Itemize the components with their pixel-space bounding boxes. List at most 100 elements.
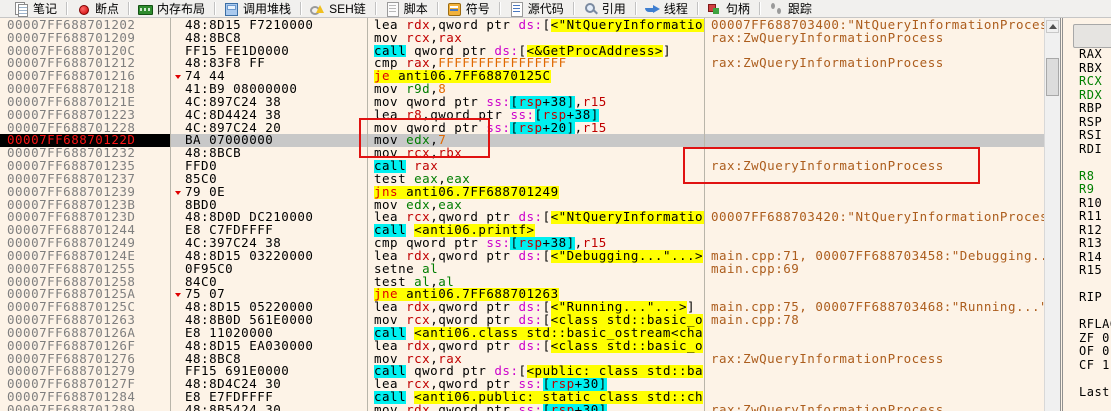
- address-cell[interactable]: 00007FF688701223: [0, 109, 170, 122]
- comment-cell[interactable]: 00007FF688703420:"NtQueryInformationProc…: [705, 211, 1044, 224]
- disasm-row[interactable]: 00007FF68870123B8BD0mov edx,eax: [0, 199, 1044, 212]
- bytes-cell[interactable]: E8 E7FDFFFF: [171, 391, 367, 404]
- disasm-row[interactable]: 00007FF68870128948:8B5424 30mov rdx,qwor…: [0, 404, 1044, 411]
- register-r11[interactable]: R11: [1063, 210, 1111, 224]
- comment-cell[interactable]: [705, 237, 1044, 250]
- register-r13[interactable]: R13: [1063, 237, 1111, 251]
- instruction-cell[interactable]: mov qword ptr ss:[rsp+38],r15: [368, 96, 704, 109]
- instruction-cell[interactable]: mov rdx,qword ptr ss:[rsp+30]: [368, 404, 704, 411]
- address-cell[interactable]: 00007FF68870126F: [0, 340, 170, 353]
- scrollbar-thumb[interactable]: [1046, 58, 1059, 96]
- bytes-cell[interactable]: 75 07: [171, 288, 367, 301]
- comment-cell[interactable]: [705, 70, 1044, 83]
- bytes-cell[interactable]: 48:8D15 03220000: [171, 250, 367, 263]
- bytes-cell[interactable]: 48:8BCB: [171, 147, 367, 160]
- instruction-cell[interactable]: call rax: [368, 160, 704, 173]
- address-cell[interactable]: 00007FF68870125A: [0, 288, 170, 301]
- bytes-cell[interactable]: 48:8BC8: [171, 32, 367, 45]
- address-cell[interactable]: 00007FF688701258: [0, 276, 170, 289]
- register-r10[interactable]: R10: [1063, 197, 1111, 211]
- disasm-row[interactable]: 00007FF688701244E8 C7FDFFFFcall <anti06.…: [0, 224, 1044, 237]
- disasm-row[interactable]: 00007FF68870120CFF15 FE1D0000call qword …: [0, 45, 1044, 58]
- bytes-cell[interactable]: 48:8D15 F7210000: [171, 19, 367, 32]
- instruction-cell[interactable]: jns anti06.7FF688701249: [368, 186, 704, 199]
- address-cell[interactable]: 00007FF688701255: [0, 263, 170, 276]
- address-cell[interactable]: 00007FF68870121E: [0, 96, 170, 109]
- instruction-cell[interactable]: mov rcx,rax: [368, 353, 704, 366]
- bytes-cell[interactable]: E8 11020000: [171, 327, 367, 340]
- comment-cell[interactable]: [705, 109, 1044, 122]
- instruction-cell[interactable]: mov edx,eax: [368, 199, 704, 212]
- bytes-cell[interactable]: 4C:8D4424 38: [171, 109, 367, 122]
- address-cell[interactable]: 00007FF688701237: [0, 173, 170, 186]
- bytes-cell[interactable]: 48:8B5424 30: [171, 404, 367, 411]
- bytes-cell[interactable]: FF15 FE1D0000: [171, 45, 367, 58]
- disasm-row[interactable]: 00007FF68870127648:8BC8mov rcx,raxrax:Zw…: [0, 353, 1044, 366]
- comment-cell[interactable]: rax:ZwQueryInformationProcess: [705, 353, 1044, 366]
- register-rsp[interactable]: RSP: [1063, 116, 1111, 130]
- disasm-row[interactable]: 00007FF68870125884C0test al,al: [0, 276, 1044, 289]
- register-r9[interactable]: R9: [1063, 183, 1111, 197]
- comment-cell[interactable]: main.cpp:78: [705, 314, 1044, 327]
- register-r14[interactable]: R14: [1063, 251, 1111, 265]
- bytes-cell[interactable]: 4C:897C24 38: [171, 96, 367, 109]
- address-cell[interactable]: 00007FF688701212: [0, 57, 170, 70]
- disasm-row[interactable]: 00007FF68870120948:8BC8mov rcx,raxrax:Zw…: [0, 32, 1044, 45]
- tab-symbols[interactable]: 符号: [439, 0, 498, 17]
- disasm-row[interactable]: 00007FF68870126348:8B0D 561E0000mov rcx,…: [0, 314, 1044, 327]
- bytes-cell[interactable]: 48:83F8 FF: [171, 57, 367, 70]
- bytes-cell[interactable]: FFD0: [171, 160, 367, 173]
- address-cell[interactable]: 00007FF688701276: [0, 353, 170, 366]
- register-rip[interactable]: RIP: [1063, 291, 1111, 305]
- hide-fpu-button[interactable]: [1073, 24, 1111, 48]
- register-rflags[interactable]: RFLAGS: [1063, 318, 1111, 332]
- address-cell[interactable]: 00007FF688701228: [0, 122, 170, 135]
- tab-handles[interactable]: 句柄: [699, 0, 758, 17]
- disasm-row[interactable]: 00007FF68870126AE8 11020000call <anti06.…: [0, 327, 1044, 340]
- disasm-row[interactable]: 00007FF6887012494C:397C24 38cmp qword pt…: [0, 237, 1044, 250]
- address-cell[interactable]: 00007FF688701209: [0, 32, 170, 45]
- address-cell[interactable]: 00007FF68870124E: [0, 250, 170, 263]
- comment-cell[interactable]: [705, 122, 1044, 135]
- address-cell[interactable]: 00007FF68870127F: [0, 378, 170, 391]
- register-rax[interactable]: RAX: [1063, 48, 1111, 62]
- address-cell[interactable]: 00007FF688701202: [0, 19, 170, 32]
- instruction-cell[interactable]: test eax,eax: [368, 173, 704, 186]
- bytes-cell[interactable]: 48:8D0D DC210000: [171, 211, 367, 224]
- bytes-cell[interactable]: FF15 691E0000: [171, 365, 367, 378]
- disasm-row[interactable]: 00007FF68870123979 0Ejns anti06.7FF68870…: [0, 186, 1044, 199]
- comment-cell[interactable]: [705, 288, 1044, 301]
- disasm-row[interactable]: 00007FF68870121841:B9 08000000mov r9d,8: [0, 83, 1044, 96]
- bytes-cell[interactable]: 48:8B0D 561E0000: [171, 314, 367, 327]
- register-rbp[interactable]: RBP: [1063, 102, 1111, 116]
- bytes-cell[interactable]: 48:8D15 EA030000: [171, 340, 367, 353]
- comment-cell[interactable]: main.cpp:69: [705, 263, 1044, 276]
- comment-cell[interactable]: main.cpp:75, 00007FF688703468:"Running..…: [705, 301, 1044, 314]
- address-cell[interactable]: 00007FF688701218: [0, 83, 170, 96]
- disasm-row[interactable]: 00007FF6887012550F95C0setne almain.cpp:6…: [0, 263, 1044, 276]
- instruction-cell[interactable]: lea rdx,qword ptr ds:[<"NtQueryInformati…: [368, 19, 704, 32]
- tab-threads[interactable]: 线程: [637, 0, 696, 17]
- tab-source[interactable]: 源代码: [501, 0, 572, 17]
- disasm-row[interactable]: 00007FF68870126F48:8D15 EA030000lea rdx,…: [0, 340, 1044, 353]
- address-cell[interactable]: 00007FF688701232: [0, 147, 170, 160]
- address-cell[interactable]: 00007FF688701263: [0, 314, 170, 327]
- disasm-row[interactable]: 00007FF68870121248:83F8 FFcmp rax,FFFFFF…: [0, 57, 1044, 70]
- register-r12[interactable]: R12: [1063, 224, 1111, 238]
- instruction-cell[interactable]: call <anti06.public: static class std::c…: [368, 391, 704, 404]
- address-cell[interactable]: 00007FF688701239: [0, 186, 170, 199]
- address-cell[interactable]: 00007FF688701249: [0, 237, 170, 250]
- comment-cell[interactable]: [705, 134, 1044, 147]
- instruction-cell[interactable]: lea rdx,qword ptr ds:[<"Running..."...>]: [368, 301, 704, 314]
- tab-trace[interactable]: 跟踪: [761, 0, 820, 17]
- tab-callstack[interactable]: 调用堆栈: [216, 0, 299, 17]
- instruction-cell[interactable]: call <anti06.class std::basic_ostream<ch…: [368, 327, 704, 340]
- address-cell[interactable]: 00007FF68870126A: [0, 327, 170, 340]
- bytes-cell[interactable]: 79 0E: [171, 186, 367, 199]
- register-lasterror[interactable]: LastError: [1063, 386, 1111, 400]
- disasm-row[interactable]: 00007FF68870125A75 07jne anti06.7FF68870…: [0, 288, 1044, 301]
- comment-cell[interactable]: [705, 96, 1044, 109]
- register-cf[interactable]: CF 1: [1063, 359, 1111, 373]
- disasm-row[interactable]: 00007FF6887012234C:8D4424 38lea r8,qword…: [0, 109, 1044, 122]
- disasm-row[interactable]: 00007FF68870124E48:8D15 03220000lea rdx,…: [0, 250, 1044, 263]
